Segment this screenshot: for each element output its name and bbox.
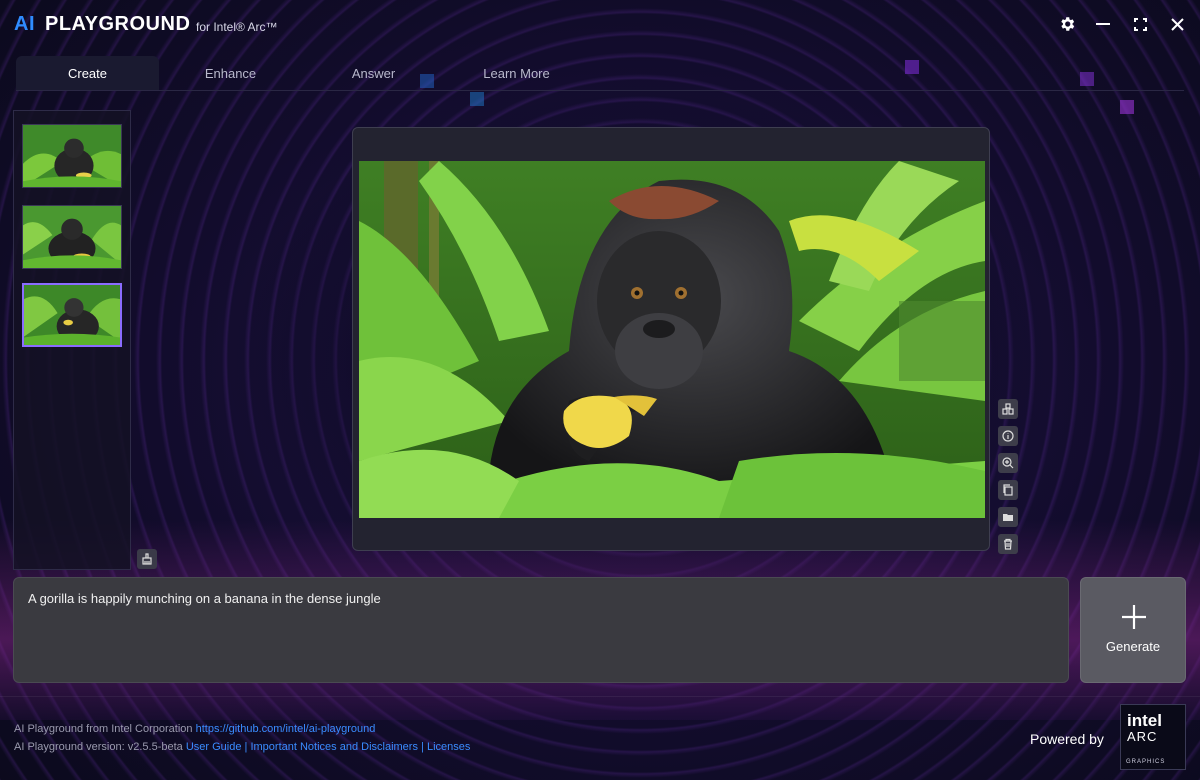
gorilla-thumbnail-image xyxy=(23,206,121,268)
decor-square xyxy=(905,60,919,74)
settings-button[interactable] xyxy=(1055,12,1079,36)
close-button[interactable] xyxy=(1165,12,1189,36)
notices-link[interactable]: Important Notices and Disclaimers xyxy=(250,741,418,753)
footer-line-1: AI Playground from Intel Corporation htt… xyxy=(14,723,375,735)
badge-graphics: GRAPHICS xyxy=(1126,759,1166,765)
copy-icon xyxy=(1003,484,1013,496)
minimize-icon xyxy=(1096,23,1110,25)
decor-square xyxy=(1080,72,1094,86)
footer-company-text: AI Playground from Intel Corporation xyxy=(14,723,196,735)
maximize-button[interactable] xyxy=(1128,12,1152,36)
footer-line-2: AI Playground version: v2.5.5-beta User … xyxy=(14,741,470,753)
info-icon xyxy=(1002,430,1014,442)
footer-version-text: AI Playground version: v2.5.5-beta xyxy=(14,741,186,753)
main-tabs: Create Enhance Answer Learn More xyxy=(16,56,588,90)
tab-create[interactable]: Create xyxy=(16,56,159,90)
zoom-in-button[interactable] xyxy=(998,453,1018,473)
copy-button[interactable] xyxy=(998,480,1018,500)
brand-ai: AI xyxy=(14,13,35,35)
delete-button[interactable] xyxy=(998,534,1018,554)
tab-learn-more[interactable]: Learn More xyxy=(445,56,588,90)
close-icon xyxy=(1170,17,1184,31)
gorilla-thumbnail-image xyxy=(24,285,120,345)
compare-icon xyxy=(1002,403,1014,415)
tab-enhance[interactable]: Enhance xyxy=(159,56,302,90)
generate-button[interactable]: Generate xyxy=(1080,577,1186,683)
badge-arc: ARC xyxy=(1127,729,1158,744)
folder-icon xyxy=(1003,514,1013,521)
generate-label: Generate xyxy=(1105,639,1161,654)
decor-square xyxy=(470,92,484,106)
powered-by-label: Powered by xyxy=(1030,731,1104,747)
history-thumbnail-selected[interactable] xyxy=(22,283,122,347)
maximize-icon xyxy=(1133,17,1147,31)
gear-icon xyxy=(1061,17,1075,31)
clear-history-button[interactable] xyxy=(137,549,157,569)
history-thumbnail[interactable] xyxy=(22,205,122,269)
info-button[interactable] xyxy=(998,426,1018,446)
brand-playground: PLAYGROUND xyxy=(45,13,191,35)
broom-icon xyxy=(142,553,152,565)
trash-icon xyxy=(1004,538,1012,550)
gorilla-image xyxy=(359,161,985,518)
prompt-input[interactable]: A gorilla is happily munching on a banan… xyxy=(13,577,1069,683)
footer-separator: | xyxy=(417,741,427,753)
footer-divider xyxy=(0,696,1200,697)
intel-arc-badge: intel ARC GRAPHICS xyxy=(1120,704,1186,770)
licenses-link[interactable]: Licenses xyxy=(427,741,470,753)
tab-divider xyxy=(16,90,1184,91)
compare-button[interactable] xyxy=(998,399,1018,419)
decor-square xyxy=(1120,100,1134,114)
history-thumbnail[interactable] xyxy=(22,124,122,188)
image-history-panel xyxy=(13,110,131,570)
generated-image[interactable] xyxy=(359,161,985,518)
minimize-button[interactable] xyxy=(1091,12,1115,36)
zoom-in-icon xyxy=(1002,457,1014,469)
tab-answer[interactable]: Answer xyxy=(302,56,445,90)
plus-icon xyxy=(1122,605,1146,629)
brand-subtitle: for Intel® Arc™ xyxy=(196,20,278,34)
user-guide-link[interactable]: User Guide xyxy=(186,741,242,753)
image-tools xyxy=(998,399,1018,561)
open-folder-button[interactable] xyxy=(998,507,1018,527)
badge-intel: intel xyxy=(1127,711,1162,730)
title-bar: AI PLAYGROUND for Intel® Arc™ xyxy=(0,0,1200,48)
gorilla-thumbnail-image xyxy=(23,125,121,187)
github-link[interactable]: https://github.com/intel/ai-playground xyxy=(196,723,376,735)
